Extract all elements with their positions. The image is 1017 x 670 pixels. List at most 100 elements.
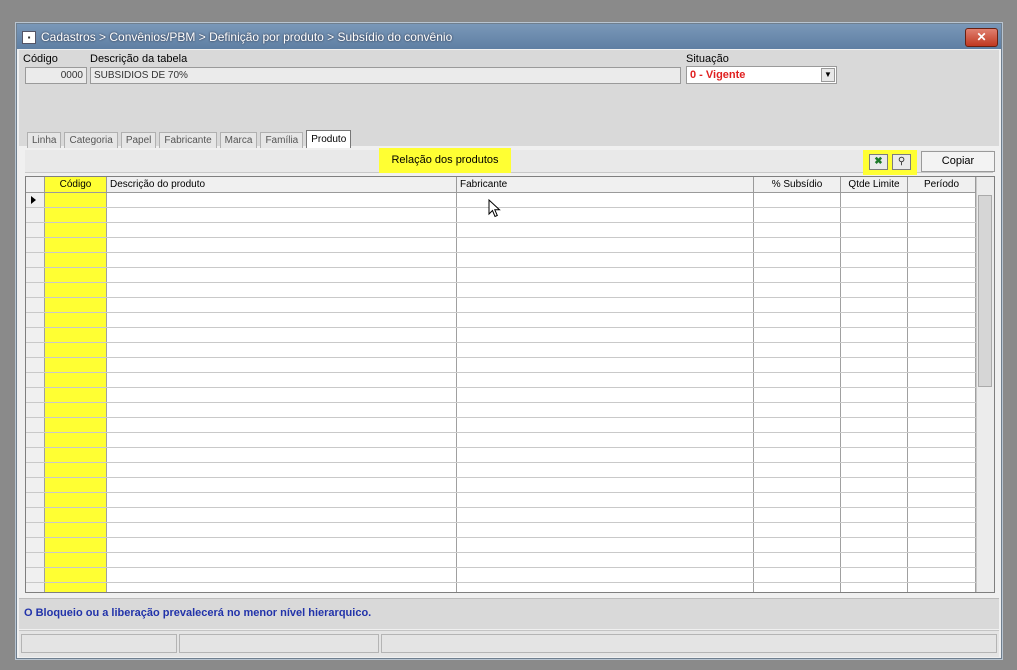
products-grid[interactable]: Código Descrição do produto Fabricante %… xyxy=(25,176,995,593)
table-cell[interactable] xyxy=(45,448,107,462)
table-cell[interactable] xyxy=(457,268,754,282)
table-cell[interactable] xyxy=(908,433,976,447)
column-descricao[interactable]: Descrição do produto xyxy=(107,177,457,192)
table-cell[interactable] xyxy=(841,418,908,432)
table-cell[interactable] xyxy=(754,193,841,207)
table-row[interactable] xyxy=(26,268,976,283)
table-cell[interactable] xyxy=(841,583,908,592)
table-cell[interactable] xyxy=(457,583,754,592)
table-row[interactable] xyxy=(26,538,976,553)
search-icon[interactable]: ⚲ xyxy=(892,154,911,170)
table-cell[interactable] xyxy=(908,253,976,267)
table-cell[interactable] xyxy=(841,223,908,237)
table-cell[interactable] xyxy=(754,208,841,222)
table-cell[interactable] xyxy=(107,508,457,522)
table-cell[interactable] xyxy=(754,508,841,522)
table-cell[interactable] xyxy=(45,193,107,207)
table-cell[interactable] xyxy=(908,493,976,507)
table-cell[interactable] xyxy=(45,373,107,387)
tab-papel[interactable]: Papel xyxy=(120,132,157,148)
table-cell[interactable] xyxy=(841,553,908,567)
table-cell[interactable] xyxy=(107,373,457,387)
table-cell[interactable] xyxy=(754,448,841,462)
table-cell[interactable] xyxy=(457,298,754,312)
table-cell[interactable] xyxy=(107,343,457,357)
title-bar[interactable]: ▪ Cadastros > Convênios/PBM > Definição … xyxy=(17,24,1001,49)
table-cell[interactable] xyxy=(45,463,107,477)
table-cell[interactable] xyxy=(908,448,976,462)
table-cell[interactable] xyxy=(908,538,976,552)
table-cell[interactable] xyxy=(45,478,107,492)
table-cell[interactable] xyxy=(45,343,107,357)
table-cell[interactable] xyxy=(45,553,107,567)
tab-fabricante[interactable]: Fabricante xyxy=(159,132,217,148)
table-cell[interactable] xyxy=(457,523,754,537)
table-cell[interactable] xyxy=(841,208,908,222)
table-cell[interactable] xyxy=(107,583,457,592)
descricao-field[interactable]: SUBSIDIOS DE 70% xyxy=(90,67,681,84)
table-cell[interactable] xyxy=(457,463,754,477)
table-cell[interactable] xyxy=(841,448,908,462)
table-cell[interactable] xyxy=(45,388,107,402)
table-cell[interactable] xyxy=(457,328,754,342)
codigo-field[interactable]: 0000 xyxy=(25,67,87,84)
table-row[interactable] xyxy=(26,223,976,238)
table-cell[interactable] xyxy=(841,538,908,552)
table-cell[interactable] xyxy=(754,463,841,477)
table-cell[interactable] xyxy=(841,403,908,417)
table-row[interactable] xyxy=(26,508,976,523)
chevron-down-icon[interactable]: ▼ xyxy=(821,68,835,82)
table-cell[interactable] xyxy=(107,478,457,492)
table-cell[interactable] xyxy=(754,538,841,552)
table-cell[interactable] xyxy=(107,433,457,447)
table-row[interactable] xyxy=(26,328,976,343)
table-cell[interactable] xyxy=(908,298,976,312)
copy-button[interactable]: Copiar xyxy=(921,151,995,172)
table-cell[interactable] xyxy=(841,493,908,507)
table-cell[interactable] xyxy=(754,223,841,237)
table-cell[interactable] xyxy=(107,253,457,267)
table-cell[interactable] xyxy=(457,253,754,267)
table-row[interactable] xyxy=(26,253,976,268)
table-cell[interactable] xyxy=(908,388,976,402)
table-row[interactable] xyxy=(26,373,976,388)
table-cell[interactable] xyxy=(754,373,841,387)
table-row[interactable] xyxy=(26,448,976,463)
table-cell[interactable] xyxy=(45,268,107,282)
table-cell[interactable] xyxy=(107,418,457,432)
table-cell[interactable] xyxy=(45,433,107,447)
table-cell[interactable] xyxy=(754,493,841,507)
table-cell[interactable] xyxy=(841,373,908,387)
column-qtde-limite[interactable]: Qtde Limite xyxy=(841,177,908,192)
table-cell[interactable] xyxy=(908,463,976,477)
table-cell[interactable] xyxy=(457,418,754,432)
table-row[interactable] xyxy=(26,553,976,568)
table-cell[interactable] xyxy=(908,343,976,357)
table-cell[interactable] xyxy=(754,388,841,402)
table-row[interactable] xyxy=(26,568,976,583)
table-cell[interactable] xyxy=(457,313,754,327)
table-cell[interactable] xyxy=(754,283,841,297)
table-cell[interactable] xyxy=(908,583,976,592)
table-row[interactable] xyxy=(26,403,976,418)
table-cell[interactable] xyxy=(841,238,908,252)
table-cell[interactable] xyxy=(841,568,908,582)
column-codigo[interactable]: Código xyxy=(45,177,107,192)
table-cell[interactable] xyxy=(457,358,754,372)
table-cell[interactable] xyxy=(908,193,976,207)
table-cell[interactable] xyxy=(908,478,976,492)
table-cell[interactable] xyxy=(45,568,107,582)
table-row[interactable] xyxy=(26,298,976,313)
table-cell[interactable] xyxy=(107,388,457,402)
table-row[interactable] xyxy=(26,523,976,538)
table-cell[interactable] xyxy=(908,373,976,387)
table-cell[interactable] xyxy=(754,583,841,592)
table-cell[interactable] xyxy=(45,298,107,312)
tab-marca[interactable]: Marca xyxy=(219,132,258,148)
table-cell[interactable] xyxy=(754,403,841,417)
table-cell[interactable] xyxy=(457,403,754,417)
table-cell[interactable] xyxy=(107,268,457,282)
table-cell[interactable] xyxy=(908,328,976,342)
table-row[interactable] xyxy=(26,493,976,508)
table-cell[interactable] xyxy=(841,433,908,447)
